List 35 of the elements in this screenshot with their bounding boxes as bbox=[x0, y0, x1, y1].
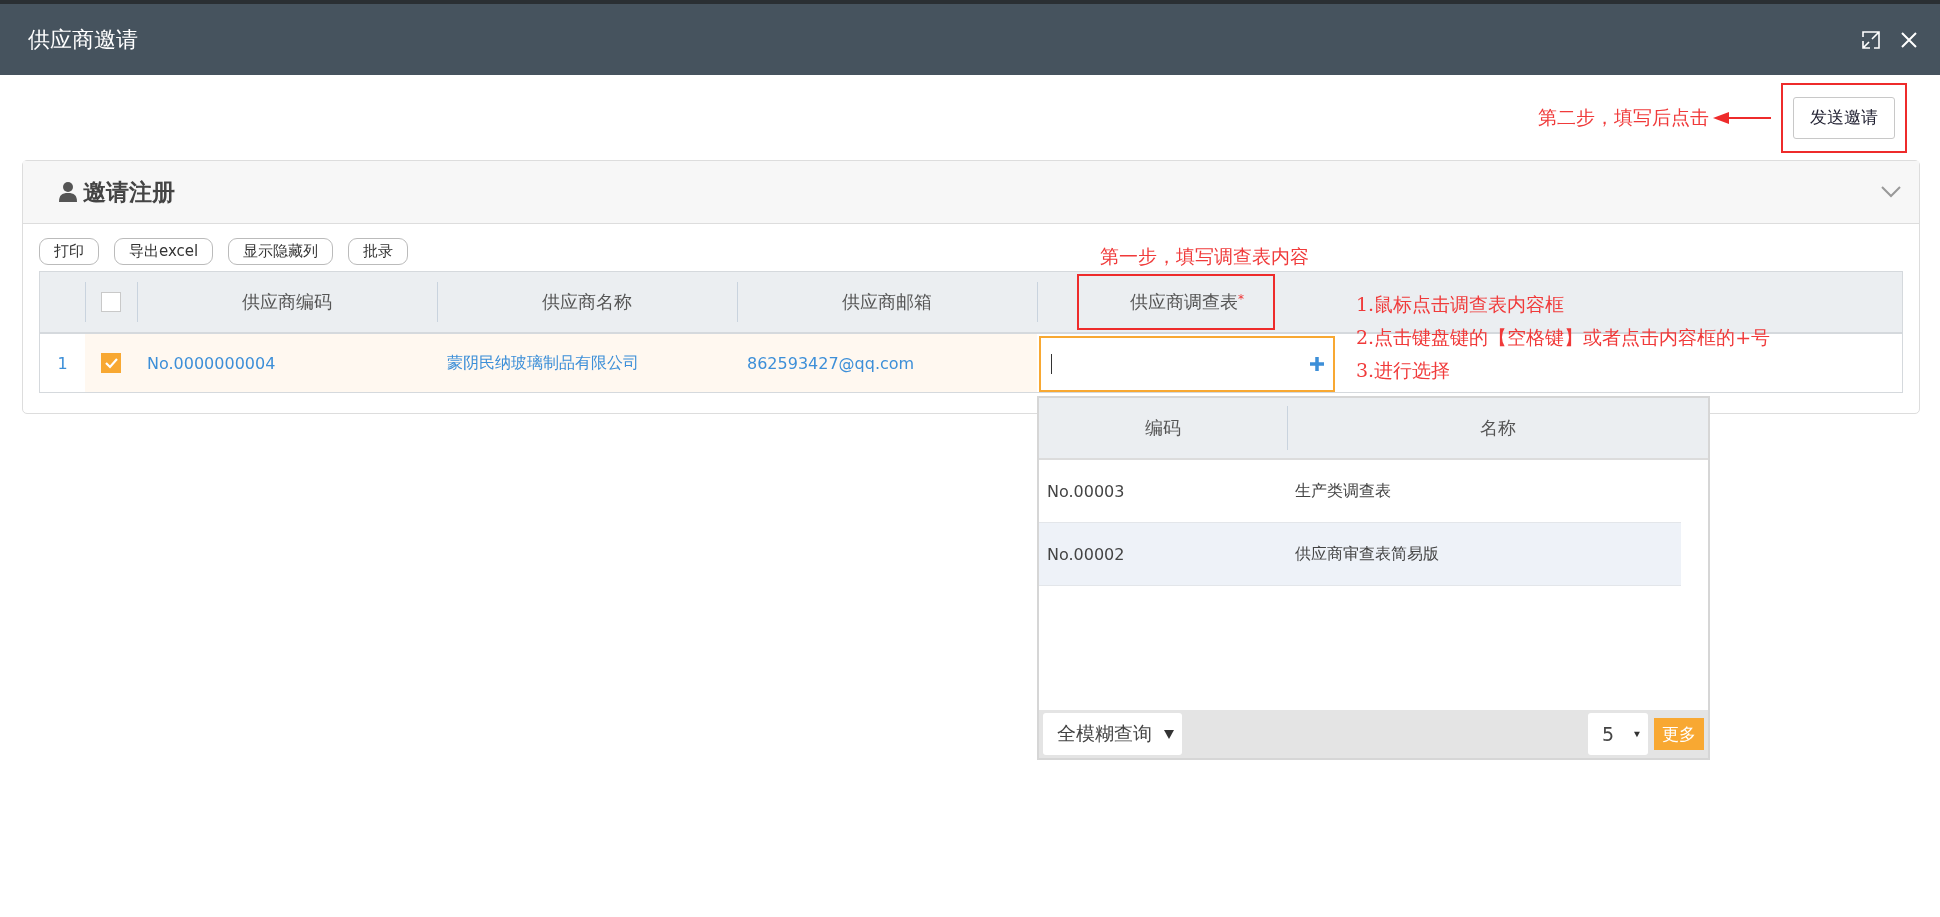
chevron-down-icon[interactable] bbox=[1881, 186, 1901, 198]
column-header: 供应商调查表* bbox=[1037, 272, 1337, 334]
maximize-icon[interactable] bbox=[1862, 30, 1880, 49]
annotation-text: 第二步，填写后点击 bbox=[1538, 104, 1709, 130]
annotation-text: 1.鼠标点击调查表内容框 bbox=[1356, 292, 1566, 317]
table-cell: No.0000000004 bbox=[137, 334, 437, 392]
search-mode-select[interactable]: 全模糊查询 bbox=[1043, 713, 1182, 755]
plus-icon[interactable] bbox=[1309, 355, 1325, 372]
row-checkbox[interactable] bbox=[101, 353, 121, 373]
dropdown-arrow-icon bbox=[1164, 729, 1174, 739]
column-header: 供应商邮箱 bbox=[737, 272, 1037, 334]
send-invite-button[interactable]: 发送邀请 bbox=[1793, 96, 1895, 139]
toolbar-button[interactable]: 显示隐藏列 bbox=[228, 238, 334, 265]
user-icon bbox=[59, 182, 77, 202]
table-cell: 蒙阴民纳玻璃制品有限公司 bbox=[437, 334, 737, 392]
table-cell: 862593427@qq.com bbox=[737, 334, 1037, 392]
column-header: 编码 bbox=[1144, 416, 1182, 440]
window-title: 供应商邀请 bbox=[28, 25, 139, 54]
lookup-row[interactable]: No.00002 供应商审查表简易版 bbox=[1039, 523, 1681, 586]
annotation-text: 第一步，填写调查表内容 bbox=[1100, 244, 1309, 269]
annotation-text: 3.进行选择 bbox=[1356, 358, 1452, 383]
column-header: 供应商名称 bbox=[437, 272, 737, 334]
panel-title: 邀请注册 bbox=[83, 177, 176, 207]
annotation-text: 2.点击键盘键的【空格键】或者点击内容框的+号 bbox=[1356, 325, 1771, 350]
toolbar-button[interactable]: 打印 bbox=[39, 238, 99, 265]
page-size-select[interactable]: 5 bbox=[1588, 713, 1648, 755]
column-header: 名称 bbox=[1287, 398, 1708, 458]
toolbar-button[interactable]: 导出excel bbox=[114, 238, 214, 265]
dropdown-arrow-icon bbox=[1634, 729, 1640, 739]
annotation-arrow bbox=[1713, 110, 1771, 125]
toolbar-button[interactable]: 批录 bbox=[348, 238, 409, 265]
input-field[interactable] bbox=[1039, 335, 1335, 392]
select-all-checkbox[interactable] bbox=[101, 292, 121, 312]
column-header: 供应商编码 bbox=[137, 272, 437, 334]
close-icon[interactable] bbox=[1900, 30, 1918, 49]
